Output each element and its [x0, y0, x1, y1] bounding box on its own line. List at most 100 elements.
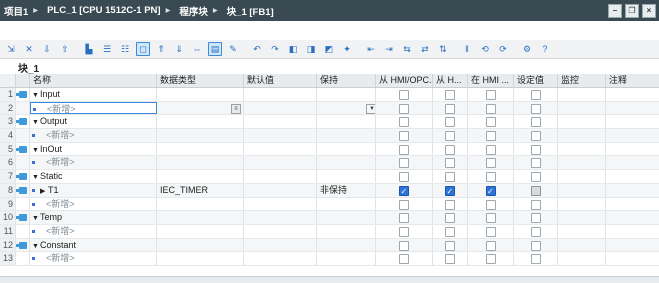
data-type-cell[interactable]: [157, 88, 244, 101]
setpoint-cell[interactable]: [514, 183, 558, 197]
hmi-accessible-cell[interactable]: [376, 101, 433, 115]
hmi-visible-checkbox[interactable]: [485, 213, 496, 224]
hmi-visible-cell[interactable]: [468, 129, 514, 142]
hmi-visible-cell[interactable]: [468, 170, 514, 183]
hmi-writable-cell[interactable]: [433, 115, 468, 129]
setpoint-checkbox[interactable]: [530, 103, 541, 114]
breadcrumb-project[interactable]: 项目1: [0, 4, 28, 18]
hmi-visible-checkbox[interactable]: [485, 172, 496, 183]
minimize-icon[interactable]: –: [608, 4, 622, 18]
retain-cell[interactable]: [317, 238, 376, 252]
name-cell[interactable]: ▼Static: [30, 170, 157, 183]
table-row[interactable]: 5 ▼InOut: [0, 142, 659, 157]
header-data-type[interactable]: 数据类型: [157, 74, 244, 87]
name-cell[interactable]: ▼InOut: [30, 142, 157, 156]
retain-cell[interactable]: ▼: [317, 101, 376, 115]
retain-cell[interactable]: [317, 88, 376, 101]
new-row-placeholder[interactable]: <新增>: [47, 104, 76, 114]
copy-icon[interactable]: ⇥: [382, 42, 396, 56]
new-row-placeholder[interactable]: <新增>: [46, 226, 75, 236]
hmi-writable-cell[interactable]: [433, 224, 468, 238]
table-row[interactable]: 12 ▼Constant: [0, 238, 659, 253]
setpoint-checkbox[interactable]: [530, 199, 541, 210]
hmi-writable-checkbox[interactable]: [445, 117, 455, 128]
setpoint-cell[interactable]: [514, 224, 558, 238]
hmi-accessible-checkbox[interactable]: [399, 199, 409, 210]
default-value-cell[interactable]: [244, 88, 317, 101]
default-value-cell[interactable]: [244, 142, 317, 156]
retain-cell[interactable]: [317, 224, 376, 238]
expand-triangle-icon[interactable]: ▶: [40, 185, 48, 197]
save-icon[interactable]: ✦: [340, 42, 354, 56]
name-cell[interactable]: <新增>: [30, 156, 157, 170]
name-cell[interactable]: <新增>: [30, 224, 157, 238]
data-type-cell[interactable]: [157, 129, 244, 142]
name-cell[interactable]: <新增>: [30, 101, 157, 115]
setpoint-checkbox[interactable]: [530, 158, 541, 169]
hmi-accessible-checkbox[interactable]: [399, 185, 409, 197]
comment-cell[interactable]: [606, 184, 659, 197]
retain-cell[interactable]: [317, 211, 376, 224]
hmi-accessible-checkbox[interactable]: [399, 117, 409, 128]
data-type-cell[interactable]: [157, 238, 244, 252]
insert-line-icon[interactable]: ⇩: [40, 42, 54, 56]
hmi-writable-checkbox[interactable]: [445, 103, 455, 114]
setpoint-cell[interactable]: [514, 88, 558, 101]
table-row[interactable]: 11 <新增>: [0, 224, 659, 239]
watch-icon[interactable]: ◨: [304, 42, 318, 56]
hmi-visible-checkbox[interactable]: [485, 144, 496, 155]
setpoint-cell[interactable]: [514, 170, 558, 183]
retain-cell[interactable]: [317, 252, 376, 265]
hmi-writable-cell[interactable]: [433, 238, 468, 252]
hmi-writable-cell[interactable]: [433, 197, 468, 211]
hmi-accessible-checkbox[interactable]: [399, 158, 409, 169]
setpoint-checkbox[interactable]: [530, 117, 541, 128]
data-type-cell[interactable]: ≡: [157, 101, 244, 115]
name-cell[interactable]: ▶ T1: [30, 183, 157, 197]
data-type-cell[interactable]: [157, 142, 244, 156]
hmi-accessible-checkbox[interactable]: [399, 90, 409, 100]
default-value-cell[interactable]: [244, 224, 317, 238]
hmi-writable-cell[interactable]: [433, 156, 468, 170]
reload-icon[interactable]: ⟳: [496, 42, 510, 56]
setpoint-cell[interactable]: [514, 129, 558, 142]
hmi-visible-checkbox[interactable]: [485, 226, 496, 237]
comment-cell[interactable]: [606, 239, 659, 252]
hmi-visible-cell[interactable]: [468, 88, 514, 101]
setpoint-checkbox[interactable]: [530, 172, 541, 183]
hmi-accessible-checkbox[interactable]: [399, 103, 409, 114]
default-value-cell[interactable]: [244, 252, 317, 265]
comment-cell[interactable]: [606, 129, 659, 142]
default-value-cell[interactable]: [244, 183, 317, 197]
compare-icon[interactable]: ⇤: [364, 42, 378, 56]
new-row-placeholder[interactable]: <新增>: [46, 253, 75, 263]
new-row-placeholder[interactable]: <新增>: [46, 157, 75, 167]
default-value-cell[interactable]: [244, 101, 317, 115]
setpoint-checkbox[interactable]: [530, 213, 541, 224]
table-row[interactable]: 3 ▼Output: [0, 115, 659, 130]
retain-cell[interactable]: [317, 129, 376, 142]
retain-cell[interactable]: [317, 142, 376, 156]
setpoint-cell[interactable]: [514, 115, 558, 129]
upload-icon[interactable]: ⟲: [478, 42, 492, 56]
add-line-icon[interactable]: ⇧: [58, 42, 72, 56]
table-row[interactable]: 9 <新增>: [0, 197, 659, 212]
hmi-accessible-cell[interactable]: [376, 224, 433, 238]
data-type-cell[interactable]: [157, 115, 244, 129]
default-value-cell[interactable]: [244, 170, 317, 183]
hmi-accessible-cell[interactable]: [376, 156, 433, 170]
hmi-accessible-cell[interactable]: [376, 211, 433, 224]
header-monitor[interactable]: 监控: [558, 74, 606, 87]
header-hmi-visible[interactable]: 在 HMI ...: [468, 74, 514, 87]
table-row[interactable]: 10 ▼Temp: [0, 211, 659, 225]
header-default[interactable]: 默认值: [244, 74, 317, 87]
table-row[interactable]: 6 <新增>: [0, 156, 659, 171]
retain-cell[interactable]: [317, 156, 376, 170]
hmi-writable-cell[interactable]: [433, 129, 468, 142]
hmi-writable-checkbox[interactable]: [445, 213, 455, 224]
hmi-visible-cell[interactable]: [468, 252, 514, 265]
view-icon[interactable]: ✎: [226, 42, 240, 56]
load-icon[interactable]: ◩: [322, 42, 336, 56]
retain-cell[interactable]: [317, 115, 376, 129]
breadcrumb-block[interactable]: 块_1 [FB1]: [223, 4, 274, 18]
